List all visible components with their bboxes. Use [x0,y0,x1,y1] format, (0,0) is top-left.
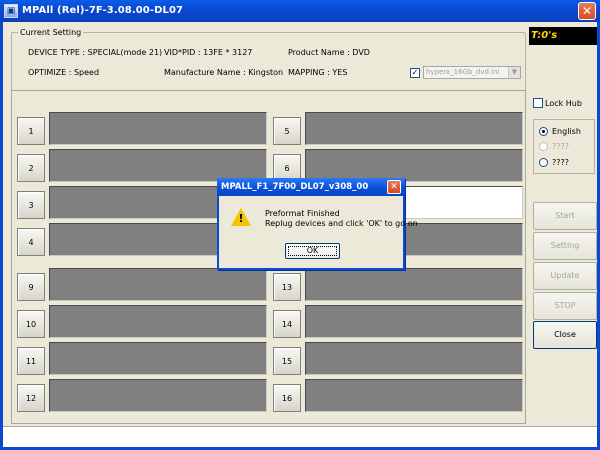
port-status-10 [49,305,267,338]
lock-hub-label: Lock Hub [545,99,582,108]
port-button-9[interactable]: 9 [17,273,45,301]
ini-file-select[interactable]: hyperx_16Gb_dvd.ini ▼ [423,66,521,79]
manufacture-name-label: Manufacture Name : Kingston [164,68,284,77]
product-name-label: Product Name : DVD [288,48,370,57]
port-status-13 [305,268,523,301]
dialog-close-button[interactable]: ✕ [387,180,401,194]
app-icon: ▣ [4,4,18,18]
dialog-message-line1: Preformat Finished [265,209,340,218]
vid-pid-label: VID*PID : 13FE * 3127 [164,48,253,57]
port-button-4[interactable]: 4 [17,228,45,256]
dialog-title: MPALL_F1_7F00_DL07_v308_00 [221,182,369,192]
device-type-label: DEVICE TYPE : SPECIAL(mode 21) [28,48,163,57]
preformat-dialog: MPALL_F1_7F00_DL07_v308_00 ✕ ! Preformat… [217,178,418,270]
port-button-5[interactable]: 5 [273,117,301,145]
port-button-10[interactable]: 10 [17,310,45,338]
language-group: English ???? ???? [533,119,595,174]
port-button-11[interactable]: 11 [17,347,45,375]
port-status-14 [305,305,523,338]
port-button-3[interactable]: 3 [17,191,45,219]
optimize-label: OPTIMIZE : Speed [28,68,100,77]
window-close-button[interactable]: ✕ [578,2,596,20]
port-button-16[interactable]: 16 [273,384,301,412]
dialog-ok-button[interactable]: OK [285,243,340,259]
port-button-12[interactable]: 12 [17,384,45,412]
lock-hub-checkbox[interactable] [533,98,543,108]
port-status-16 [305,379,523,412]
language-label-2: ???? [552,142,569,151]
port-status-1 [49,112,267,145]
language-radio-3[interactable] [539,158,548,167]
port-button-1[interactable]: 1 [17,117,45,145]
language-label-english: English [552,127,581,136]
port-status-5 [305,112,523,145]
language-radio-english[interactable] [539,127,548,136]
timer-display: T:0's [529,27,597,45]
warning-mark: ! [238,212,244,225]
dialog-message-line2: Replug devices and click 'OK' to go on [265,219,418,228]
port-status-11 [49,342,267,375]
mapping-label: MAPPING : YES [288,68,348,77]
language-label-3: ???? [552,158,569,167]
update-button[interactable]: Update [533,262,597,290]
start-button[interactable]: Start [533,202,597,230]
dropdown-arrow-icon[interactable]: ▼ [508,67,520,78]
close-icon: ✕ [581,4,593,18]
setting-button[interactable]: Setting [533,232,597,260]
port-status-12 [49,379,267,412]
port-button-13[interactable]: 13 [273,273,301,301]
ini-file-checkbox[interactable]: ✓ [410,68,420,78]
ini-file-value: hyperx_16Gb_dvd.ini [426,68,500,76]
port-button-2[interactable]: 2 [17,154,45,182]
window-title: MPAll (Rel)-7F-3.08.00-DL07 [22,5,184,16]
port-status-9 [49,268,267,301]
current-setting-title: Current Setting [18,28,84,37]
language-radio-2[interactable] [539,142,548,151]
stop-button[interactable]: STOP [533,292,597,320]
title-bar[interactable]: ▣ MPAll (Rel)-7F-3.08.00-DL07 ✕ [0,0,600,22]
port-button-15[interactable]: 15 [273,347,301,375]
close-button[interactable]: Close [533,321,597,349]
dialog-message: Preformat Finished Replug devices and cl… [265,209,418,229]
dialog-title-bar[interactable]: MPALL_F1_7F00_DL07_v308_00 [217,178,405,196]
status-bar [3,426,597,447]
close-icon: ✕ [390,182,398,192]
port-button-14[interactable]: 14 [273,310,301,338]
port-status-15 [305,342,523,375]
